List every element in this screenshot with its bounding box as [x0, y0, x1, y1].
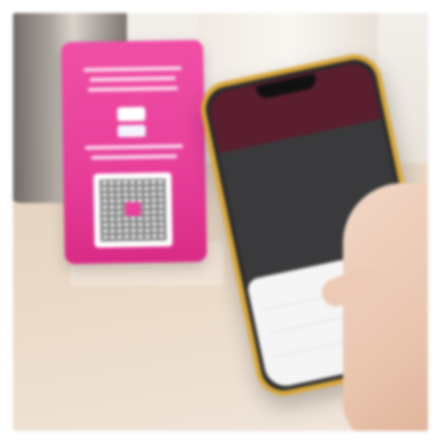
hand	[318, 183, 428, 431]
card-logo	[117, 106, 146, 122]
photo	[13, 13, 428, 431]
qr-center-logo	[124, 201, 142, 217]
pink-payment-card	[61, 39, 207, 265]
card-line	[84, 144, 183, 150]
card-line	[89, 76, 176, 82]
card-line	[91, 154, 178, 160]
card-line	[87, 86, 178, 92]
qr-code	[93, 172, 173, 248]
card-line	[83, 66, 182, 72]
card-logo-secondary	[117, 124, 146, 138]
